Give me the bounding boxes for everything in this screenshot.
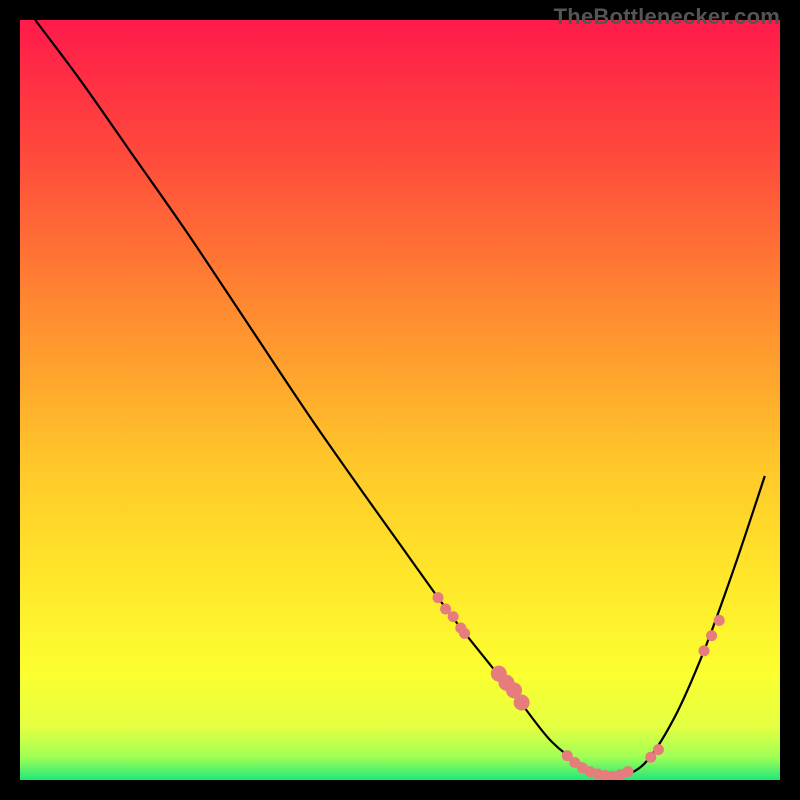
data-marker xyxy=(448,611,459,622)
data-marker xyxy=(459,628,470,639)
data-marker xyxy=(706,630,717,641)
data-marker xyxy=(699,645,710,656)
data-marker xyxy=(623,766,634,777)
gradient-background xyxy=(20,20,780,780)
chart-container: TheBottlenecker.com xyxy=(0,0,800,800)
data-marker xyxy=(714,615,725,626)
chart-svg xyxy=(20,20,780,780)
data-marker xyxy=(653,744,664,755)
data-marker xyxy=(514,694,530,710)
plot-area xyxy=(20,20,780,780)
data-marker xyxy=(433,592,444,603)
watermark-text: TheBottlenecker.com xyxy=(554,4,780,30)
